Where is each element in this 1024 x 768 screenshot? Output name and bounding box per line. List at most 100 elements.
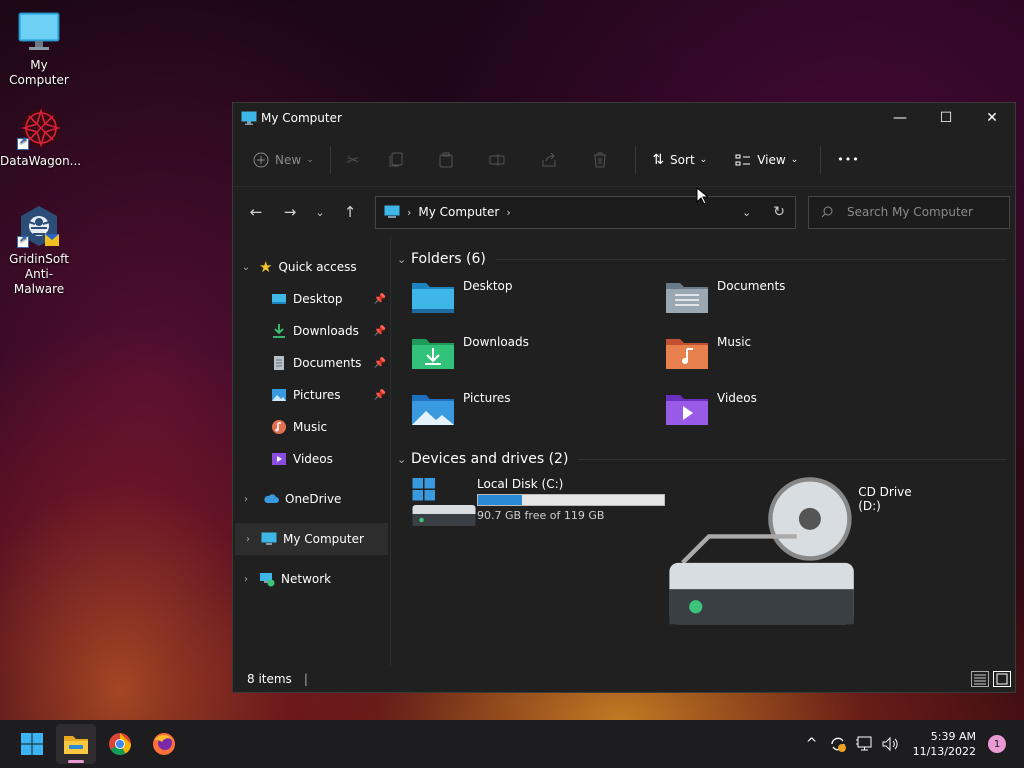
sidebar-item-label: Network <box>281 572 332 586</box>
more-options-button[interactable]: ••• <box>829 144 867 176</box>
chevron-down-icon[interactable]: ⌄ <box>233 262 259 273</box>
breadcrumb-my-computer[interactable]: My Computer <box>418 205 499 219</box>
network-status-button[interactable] <box>852 732 876 756</box>
desktop-icon-label: GridinSoft Anti-Malware <box>9 252 69 296</box>
chevron-down-icon[interactable]: ⌄ <box>397 253 411 266</box>
recent-locations-button[interactable]: ⌄ <box>305 197 335 227</box>
address-bar[interactable]: › My Computer › ⌄ ↻ <box>375 195 796 229</box>
refresh-icon[interactable]: ↻ <box>773 204 785 220</box>
sidebar-item-label: Music <box>293 420 328 434</box>
chevron-right-icon[interactable]: › <box>235 534 261 545</box>
pin-icon[interactable]: 📌 <box>374 294 386 305</box>
sort-label: Sort <box>670 152 695 167</box>
arrow-right-icon: → <box>283 203 297 221</box>
back-button[interactable]: ← <box>241 197 271 227</box>
navigation-bar: ← → ⌄ ↑ › My Computer › ⌄ ↻ Search My Co… <box>233 187 1015 237</box>
group-title: Devices and drives (2) <box>411 451 569 467</box>
sidebar-item-label: Documents <box>293 356 362 370</box>
close-button[interactable]: ✕ <box>969 103 1015 133</box>
tiles-view-button[interactable] <box>993 671 1011 687</box>
pin-icon[interactable]: 📌 <box>374 326 386 337</box>
details-view-button[interactable] <box>971 671 989 687</box>
sync-status-button[interactable] <box>826 732 850 756</box>
paste-button[interactable] <box>431 144 467 176</box>
taskbar-chrome[interactable] <box>100 724 140 764</box>
drive-cd-d[interactable]: CD Drive (D:) <box>665 475 919 625</box>
music-icon <box>272 420 286 434</box>
new-button[interactable]: New ⌄ <box>245 144 322 176</box>
chevron-up-icon: ^ <box>805 736 818 752</box>
address-history-chevron-icon[interactable]: ⌄ <box>742 206 751 219</box>
drive-usage-fill <box>478 495 523 505</box>
toolbar-divider <box>329 145 331 174</box>
copy-button[interactable] <box>381 144 417 176</box>
desktop-folder-icon <box>412 283 454 313</box>
volume-button[interactable] <box>878 732 902 756</box>
monitor-icon <box>261 532 277 545</box>
sidebar-item-label: Pictures <box>293 388 341 402</box>
pin-icon[interactable]: 📌 <box>374 390 386 401</box>
drives-group-header[interactable]: ⌄ Devices and drives (2) <box>397 447 1007 471</box>
drive-local-disk-c[interactable]: Local Disk (C:) 90.7 GB free of 119 GB <box>411 475 665 527</box>
start-button[interactable] <box>12 724 52 764</box>
view-list-icon <box>735 154 751 165</box>
sidebar-item-downloads[interactable]: Downloads 📌 <box>233 315 390 347</box>
sidebar-item-quick-access[interactable]: ⌄ ★ Quick access <box>233 251 390 283</box>
chevron-right-icon[interactable]: › <box>233 494 259 505</box>
folder-music[interactable]: Music <box>665 331 919 387</box>
folder-videos[interactable]: Videos <box>665 387 919 443</box>
desktop-icon-datawagon[interactable]: DataWagon... <box>0 106 81 169</box>
sidebar-item-pictures[interactable]: Pictures 📌 <box>233 379 390 411</box>
taskbar-file-explorer[interactable] <box>56 724 96 764</box>
folder-name: Videos <box>717 391 757 405</box>
sidebar-item-label: Videos <box>293 452 333 466</box>
minimize-button[interactable]: — <box>877 103 923 133</box>
folder-desktop[interactable]: Desktop <box>411 275 665 331</box>
sidebar-item-my-computer[interactable]: › My Computer <box>235 523 388 555</box>
group-title: Folders (6) <box>411 251 486 267</box>
sidebar-item-videos[interactable]: Videos <box>233 443 390 475</box>
folders-group-header[interactable]: ⌄ Folders (6) <box>397 247 1007 271</box>
folder-downloads[interactable]: Downloads <box>411 331 665 387</box>
sidebar-item-desktop[interactable]: Desktop 📌 <box>233 283 390 315</box>
folder-documents[interactable]: Documents <box>665 275 919 331</box>
title-bar[interactable]: My Computer — ☐ ✕ <box>233 103 1015 133</box>
command-bar: New ⌄ ✂ ⇅ Sort ⌄ View ⌄ ••• <box>233 133 1015 187</box>
cut-button[interactable]: ✂ <box>339 144 368 176</box>
clock[interactable]: 5:39 AM 11/13/2022 <box>913 729 976 759</box>
cloud-icon <box>264 494 279 503</box>
drive-name: Local Disk (C:) <box>477 477 564 491</box>
notification-badge[interactable]: 1 <box>988 735 1006 753</box>
sidebar-item-onedrive[interactable]: › OneDrive <box>233 483 390 515</box>
sidebar-item-documents[interactable]: Documents 📌 <box>233 347 390 379</box>
downloads-folder-icon <box>412 339 454 369</box>
maximize-button[interactable]: ☐ <box>923 103 969 133</box>
sort-button[interactable]: ⇅ Sort ⌄ <box>644 144 715 176</box>
toolbar-divider <box>820 145 822 174</box>
folder-pictures[interactable]: Pictures <box>411 387 665 443</box>
view-button[interactable]: View ⌄ <box>727 144 806 176</box>
share-button[interactable] <box>533 144 571 176</box>
network-icon <box>260 573 275 587</box>
search-box[interactable]: Search My Computer <box>808 195 1010 229</box>
desktop-icon-gridinsoft[interactable]: GridinSoft Anti-Malware <box>0 204 78 297</box>
monitor-icon <box>17 10 61 54</box>
hard-drive-icon <box>412 478 476 526</box>
pin-icon[interactable]: 📌 <box>374 358 386 369</box>
monitor-icon <box>241 111 257 125</box>
up-button[interactable]: ↑ <box>335 197 365 227</box>
delete-button[interactable] <box>585 144 621 176</box>
chrome-icon <box>109 733 131 755</box>
sidebar-item-network[interactable]: › Network <box>233 563 390 595</box>
chevron-down-icon[interactable]: ⌄ <box>397 453 411 466</box>
taskbar-firefox[interactable] <box>144 724 184 764</box>
breadcrumb-chevron-icon[interactable]: › <box>506 206 510 219</box>
divider <box>578 458 1007 460</box>
forward-button[interactable]: → <box>275 197 305 227</box>
show-hidden-icons-button[interactable]: ^ <box>800 732 824 756</box>
chevron-right-icon[interactable]: › <box>233 574 259 585</box>
navigation-pane: ⌄ ★ Quick access Desktop 📌 Downloads 📌 D… <box>233 237 391 666</box>
desktop-icon-my-computer[interactable]: My Computer <box>0 10 78 88</box>
rename-button[interactable] <box>481 144 519 176</box>
sidebar-item-music[interactable]: Music <box>233 411 390 443</box>
